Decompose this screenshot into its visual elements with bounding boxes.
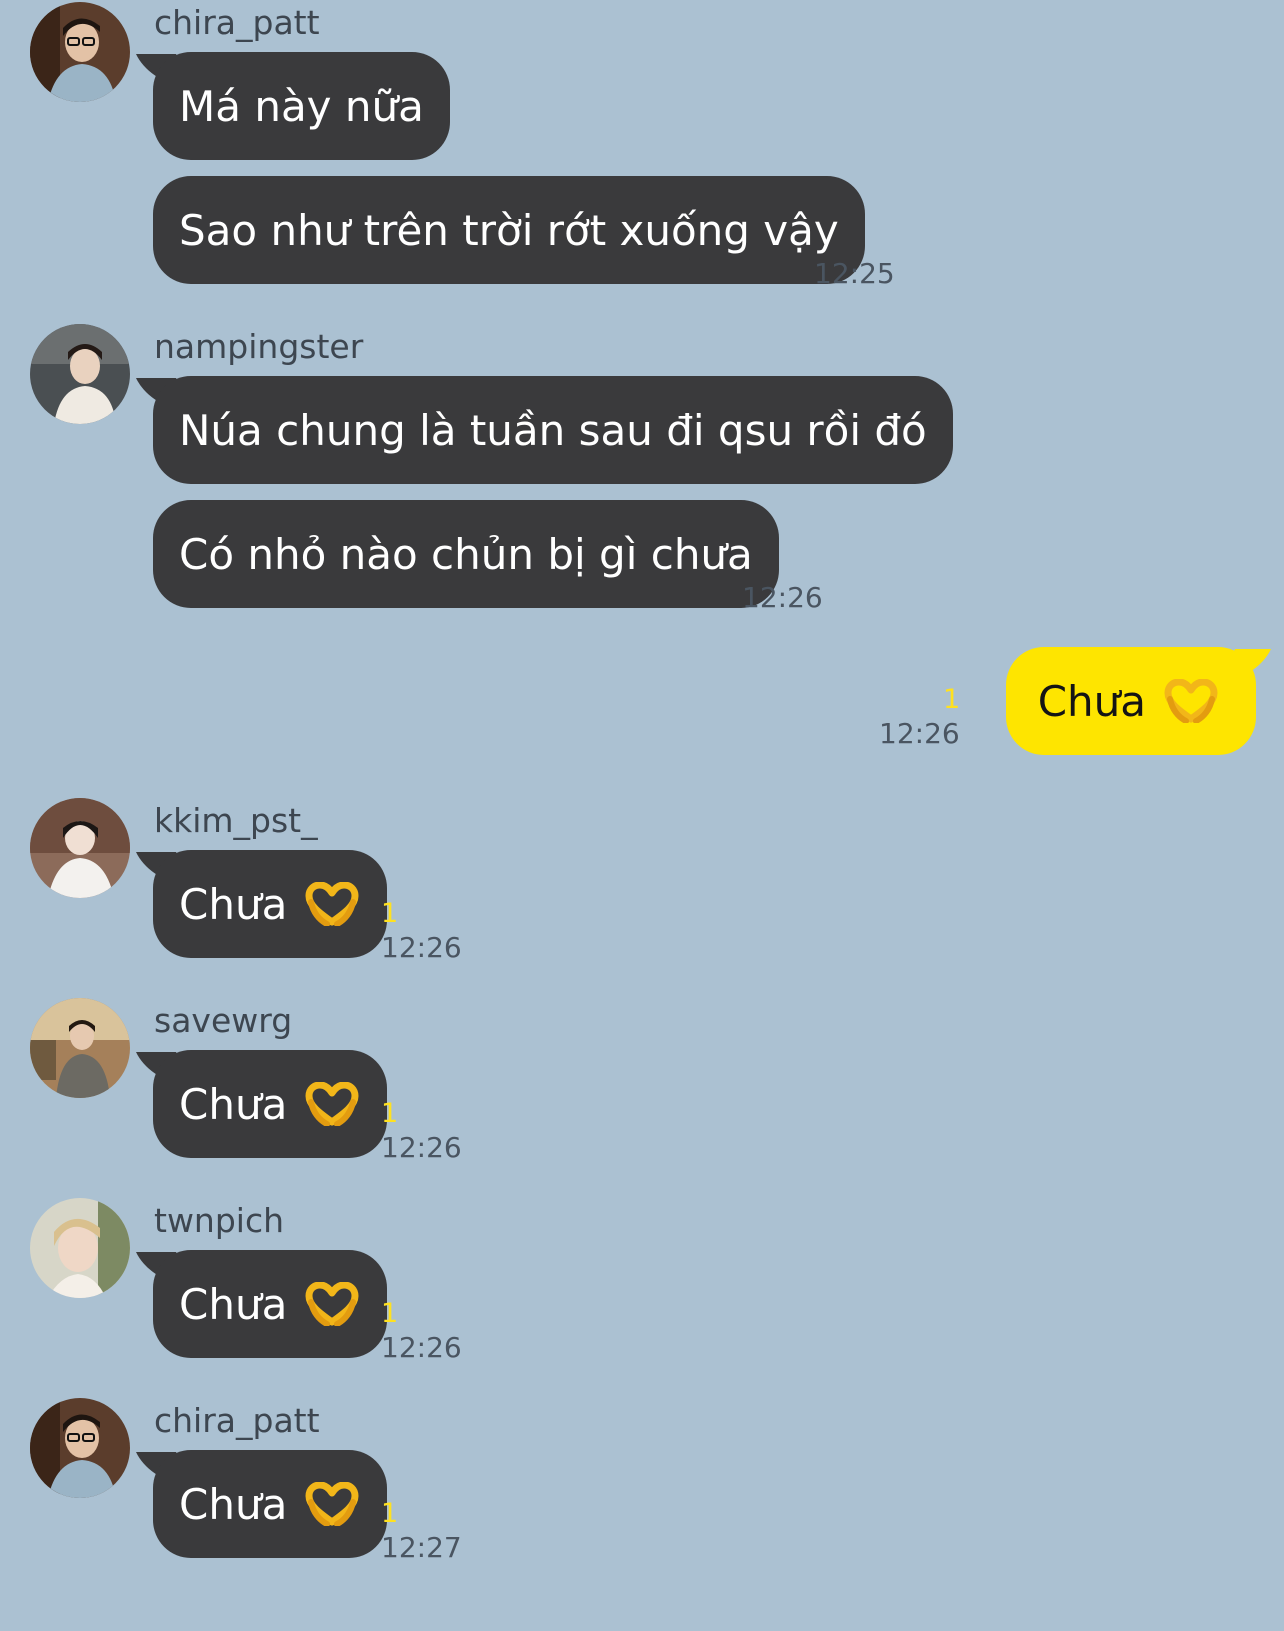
heart-hands-icon	[303, 882, 361, 926]
my-message-bubble[interactable]: Chưa	[1005, 647, 1256, 755]
message-text: Có nhỏ nào chủn bị gì chưa	[179, 529, 753, 579]
avatar-savewrg[interactable]	[30, 998, 130, 1098]
sender-name: twnpich	[154, 1201, 285, 1240]
message-bubble[interactable]: Chưa	[153, 850, 388, 958]
message-text: Chưa	[179, 1479, 288, 1529]
sender-name: savewrg	[154, 1001, 293, 1040]
message-timestamp: 12:25	[814, 257, 895, 290]
heart-hands-icon	[303, 1082, 361, 1126]
avatar-photo	[30, 1398, 130, 1498]
avatar-photo	[30, 998, 130, 1098]
message-bubble[interactable]: Có nhỏ nào chủn bị gì chưa	[153, 500, 779, 608]
avatar-kkim-pst[interactable]	[30, 798, 130, 898]
message-text: Núa chung là tuần sau đi qsu rồi đó	[179, 405, 927, 455]
avatar-photo	[30, 2, 130, 102]
message-text: Chưa	[179, 1279, 288, 1329]
avatar-nampingster[interactable]	[30, 324, 130, 424]
avatar-twnpich[interactable]	[30, 1198, 130, 1298]
avatar-photo	[30, 1198, 130, 1298]
unread-count: 1	[381, 898, 399, 929]
heart-hands-icon	[303, 1282, 361, 1326]
message-bubble[interactable]: Chưa	[153, 1250, 388, 1358]
message-text: Chưa	[179, 1079, 288, 1129]
message-bubble[interactable]: Má này nữa	[153, 52, 450, 160]
sender-name: nampingster	[154, 327, 364, 366]
avatar-chira-patt[interactable]	[30, 2, 130, 102]
sender-name: chira_patt	[154, 3, 320, 42]
message-bubble[interactable]: Sao như trên trời rớt xuống vậy	[153, 176, 865, 284]
message-bubble[interactable]: Chưa	[153, 1050, 388, 1158]
message-timestamp: 12:26	[381, 1131, 462, 1164]
sender-name: chira_patt	[154, 1401, 320, 1440]
avatar-chira-patt[interactable]	[30, 1398, 130, 1498]
unread-count: 1	[381, 1498, 399, 1529]
message-text: Sao như trên trời rớt xuống vậy	[179, 205, 839, 255]
heart-hands-icon	[1162, 679, 1220, 723]
unread-count: 1	[943, 684, 961, 715]
unread-count: 1	[381, 1298, 399, 1329]
message-timestamp: 12:26	[879, 717, 960, 750]
message-text: Chưa	[179, 879, 288, 929]
unread-count: 1	[381, 1098, 399, 1129]
heart-hands-icon	[303, 1482, 361, 1526]
avatar-photo	[30, 798, 130, 898]
message-text: Chưa	[1037, 676, 1146, 726]
avatar-photo	[30, 324, 130, 424]
message-bubble[interactable]: Núa chung là tuần sau đi qsu rồi đó	[153, 376, 953, 484]
message-timestamp: 12:26	[742, 581, 823, 614]
message-bubble[interactable]: Chưa	[153, 1450, 388, 1558]
message-timestamp: 12:27	[381, 1531, 462, 1564]
sender-name: kkim_pst_	[154, 801, 318, 840]
message-timestamp: 12:26	[381, 1331, 462, 1364]
message-text: Má này nữa	[179, 81, 424, 131]
message-timestamp: 12:26	[381, 931, 462, 964]
